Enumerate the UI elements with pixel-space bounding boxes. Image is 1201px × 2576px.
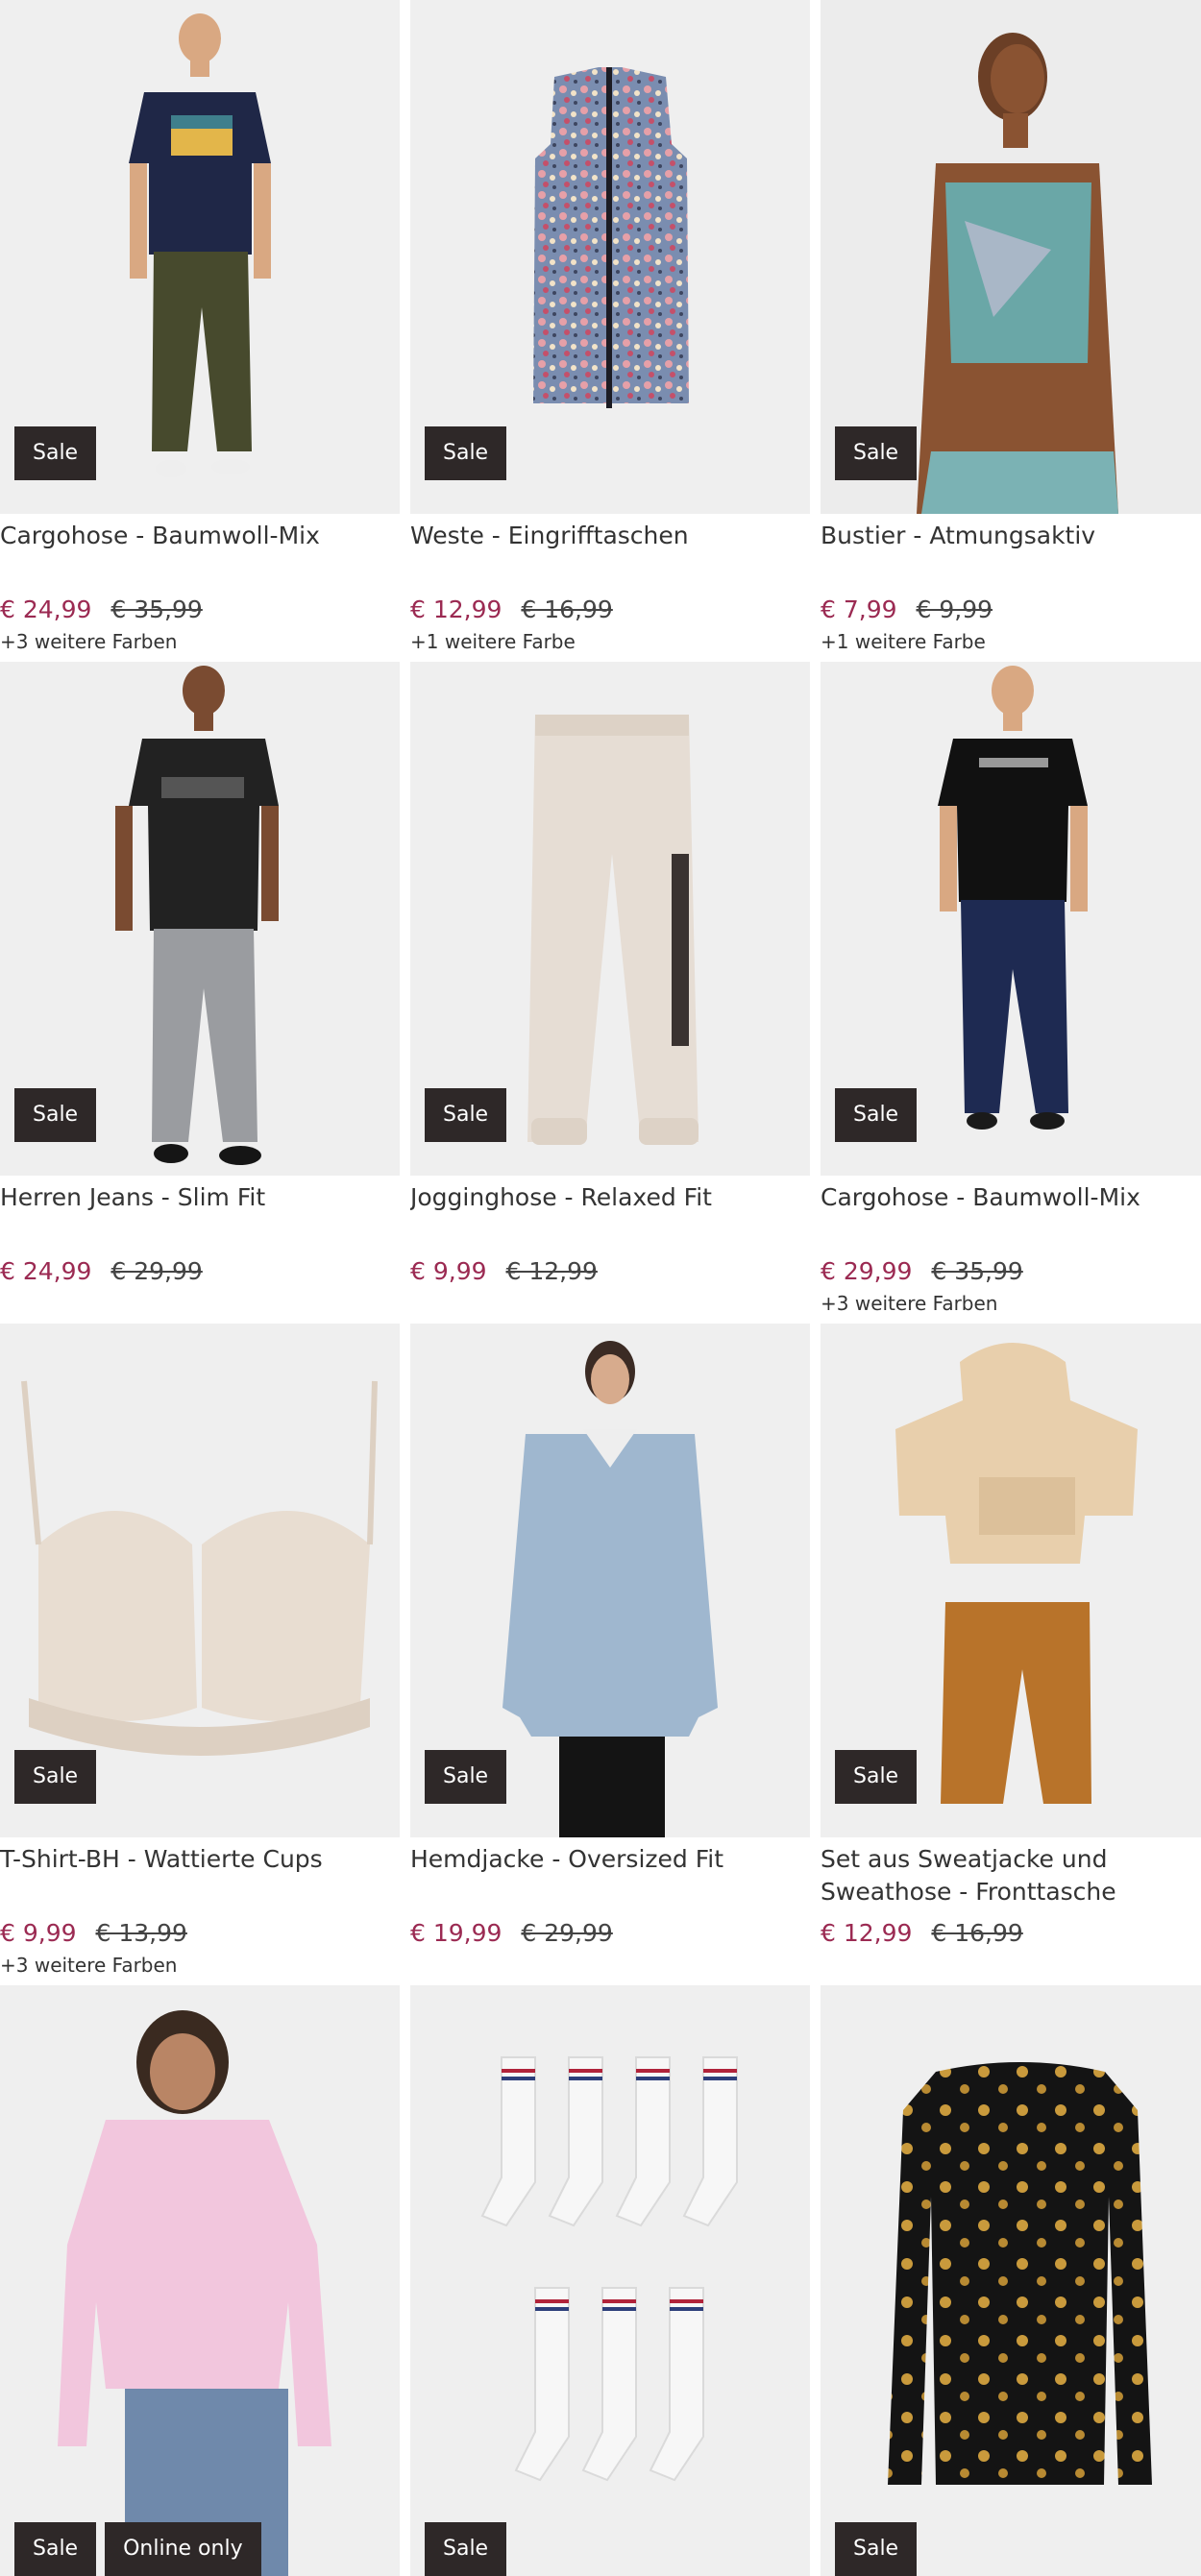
badge-group: Sale [425, 1750, 507, 1804]
product-card[interactable]: Sale Online only [0, 1985, 400, 2576]
badge-group: Sale [835, 2522, 918, 2576]
price-row: € 9,99 € 13,99 [0, 1918, 400, 1949]
price-row: € 24,99 € 29,99 [0, 1256, 400, 1287]
more-colors-link[interactable]: +3 weitere Farben [0, 628, 400, 655]
badge-group: Sale [835, 1750, 918, 1804]
price-row: € 29,99 € 35,99 [821, 1256, 1201, 1287]
product-image[interactable]: Sale [410, 1324, 810, 1837]
product-image[interactable]: Sale [0, 662, 400, 1176]
badge-group: Sale [835, 1088, 918, 1142]
product-image[interactable]: Sale [821, 662, 1201, 1176]
old-price: € 12,99 [505, 1257, 598, 1285]
product-grid: Sale Cargohose - Baumwoll-Mix € 24,99 € … [0, 0, 1201, 2576]
product-card[interactable]: Sale Cargohose - Baumwoll-Mix € 29,99 € … [821, 662, 1201, 1324]
product-image[interactable]: Sale [821, 1985, 1201, 2576]
price-row: € 12,99 € 16,99 [821, 1918, 1201, 1949]
product-name[interactable]: Cargohose - Baumwoll-Mix [821, 1181, 1201, 1249]
product-card[interactable]: Sale Weste - Eingrifftaschen € 12,99 € 1… [410, 0, 810, 662]
sale-badge: Sale [835, 2522, 918, 2576]
product-image[interactable]: Sale [0, 1324, 400, 1837]
badge-group: Sale [14, 426, 97, 480]
old-price: € 29,99 [521, 1919, 613, 1947]
sale-price: € 9,99 [0, 1919, 77, 1947]
price-row: € 19,99 € 29,99 [410, 1918, 810, 1949]
old-price: € 13,99 [95, 1919, 187, 1947]
sale-badge: Sale [14, 2522, 97, 2576]
product-name[interactable]: T-Shirt-BH - Wattierte Cups [0, 1843, 400, 1910]
sale-price: € 7,99 [821, 595, 897, 623]
product-card[interactable]: Sale Bustier - Atmungsaktiv € 7,99 € 9,9… [821, 0, 1201, 662]
sale-price: € 12,99 [410, 595, 502, 623]
sale-badge: Sale [835, 1088, 918, 1142]
product-card[interactable]: Sale Hemdjacke - Oversized Fit € 19,99 €… [410, 1324, 810, 1985]
more-colors-link[interactable]: +1 weitere Farbe [410, 628, 810, 655]
product-name[interactable]: Hemdjacke - Oversized Fit [410, 1843, 810, 1910]
sale-badge: Sale [425, 426, 507, 480]
sale-badge: Sale [835, 426, 918, 480]
product-card[interactable]: Sale Herren Jeans - Slim Fit € 24,99 € 2… [0, 662, 400, 1324]
product-image[interactable]: Sale [410, 0, 810, 514]
price-row: € 7,99 € 9,99 [821, 595, 1201, 625]
price-row: € 9,99 € 12,99 [410, 1256, 810, 1287]
sale-price: € 9,99 [410, 1257, 487, 1285]
product-name[interactable]: Jogginghose - Relaxed Fit [410, 1181, 810, 1249]
product-card[interactable]: Sale [821, 1985, 1201, 2576]
product-image[interactable]: Sale Online only [0, 1985, 400, 2576]
product-card[interactable]: Sale Cargohose - Baumwoll-Mix € 24,99 € … [0, 0, 400, 662]
online-only-badge: Online only [105, 2522, 261, 2576]
product-card[interactable]: Sale Jogginghose - Relaxed Fit € 9,99 € … [410, 662, 810, 1324]
product-image[interactable]: Sale [410, 662, 810, 1176]
badge-group: Sale [14, 1088, 97, 1142]
old-price: € 16,99 [931, 1919, 1023, 1947]
sale-price: € 12,99 [821, 1919, 913, 1947]
badge-group: Sale Online only [14, 2522, 261, 2576]
old-price: € 16,99 [521, 595, 613, 623]
more-colors-link[interactable]: +3 weitere Farben [821, 1290, 1201, 1317]
sale-price: € 24,99 [0, 1257, 92, 1285]
product-card[interactable]: Sale [410, 1985, 810, 2576]
sale-badge: Sale [425, 1088, 507, 1142]
sale-badge: Sale [835, 1750, 918, 1804]
badge-group: Sale [835, 426, 918, 480]
sale-price: € 24,99 [0, 595, 92, 623]
sale-badge: Sale [425, 1750, 507, 1804]
sale-price: € 29,99 [821, 1257, 913, 1285]
price-row: € 12,99 € 16,99 [410, 595, 810, 625]
product-name[interactable]: Bustier - Atmungsaktiv [821, 520, 1201, 587]
product-image[interactable]: Sale [821, 0, 1201, 514]
old-price: € 35,99 [931, 1257, 1023, 1285]
product-name[interactable]: Herren Jeans - Slim Fit [0, 1181, 400, 1249]
product-photo-woman-pink-sweater [58, 2010, 331, 2576]
product-card[interactable]: Sale T-Shirt-BH - Wattierte Cups € 9,99 … [0, 1324, 400, 1985]
product-name[interactable]: Set aus Sweatjacke und Sweathose - Front… [821, 1843, 1201, 1910]
badge-group: Sale [425, 2522, 507, 2576]
sale-badge: Sale [14, 1750, 97, 1804]
product-image[interactable]: Sale [410, 1985, 810, 2576]
old-price: € 35,99 [110, 595, 203, 623]
old-price: € 29,99 [110, 1257, 203, 1285]
old-price: € 9,99 [916, 595, 993, 623]
more-colors-link[interactable]: +3 weitere Farben [0, 1952, 400, 1979]
product-card[interactable]: Sale Set aus Sweatjacke und Sweathose - … [821, 1324, 1201, 1985]
badge-group: Sale [14, 1750, 97, 1804]
more-colors-link[interactable]: +1 weitere Farbe [821, 628, 1201, 655]
badge-group: Sale [425, 426, 507, 480]
product-name[interactable]: Cargohose - Baumwoll-Mix [0, 520, 400, 587]
sale-badge: Sale [425, 2522, 507, 2576]
product-photo-white-socks [480, 2056, 738, 2482]
sale-badge: Sale [14, 1088, 97, 1142]
sale-badge: Sale [14, 426, 97, 480]
price-row: € 24,99 € 35,99 [0, 595, 400, 625]
sale-price: € 19,99 [410, 1919, 502, 1947]
product-photo-black-floral-top [888, 2062, 1152, 2485]
product-image[interactable]: Sale [821, 1324, 1201, 1837]
product-image[interactable]: Sale [0, 0, 400, 514]
badge-group: Sale [425, 1088, 507, 1142]
product-name[interactable]: Weste - Eingrifftaschen [410, 520, 810, 587]
